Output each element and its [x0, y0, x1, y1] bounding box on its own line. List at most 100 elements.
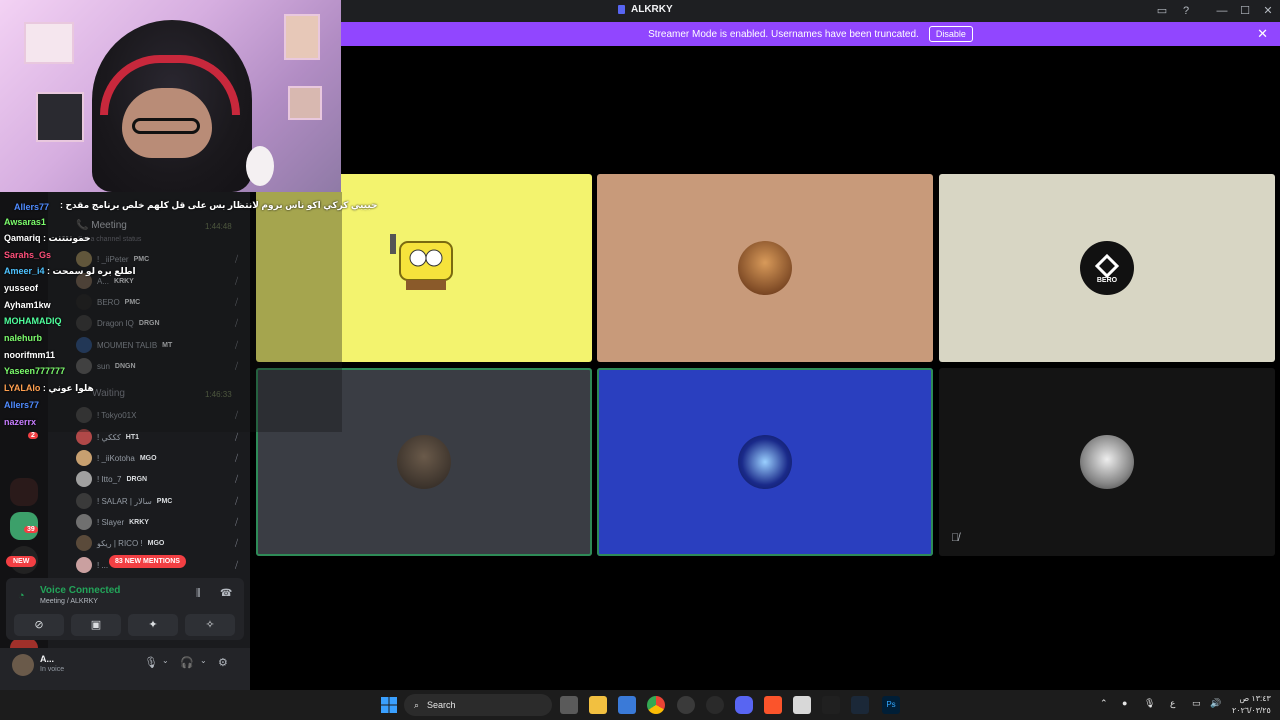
voice-user[interactable]: ! Itto_7 DRGN ⧸ [76, 470, 242, 488]
file-explorer-icon[interactable] [589, 696, 607, 714]
voice-user[interactable]: ريكو | RICO ! MGO ⧸ [76, 534, 242, 552]
tray-overflow-icon[interactable]: ⌃ [1100, 698, 1108, 709]
chat-message: yusseof [4, 283, 38, 293]
chat-text: هلوا عوني [48, 383, 94, 393]
user-avatar [738, 435, 792, 489]
voice-connected-title[interactable]: Voice Connected [40, 585, 120, 596]
voice-user-tag: PMC [156, 497, 173, 505]
muted-icon: ⧸ [234, 495, 238, 506]
network-icon[interactable]: ▭ [1192, 698, 1201, 709]
window-title-text: ALKRKY [631, 4, 673, 15]
muted-icon: ⧸ [234, 559, 238, 570]
microphone-icon[interactable]: 🎙 [144, 656, 158, 669]
disable-streamer-mode-button[interactable]: Disable [928, 26, 973, 42]
microphone-icon[interactable]: 🎙 [1144, 698, 1155, 709]
user-panel: A... In voice 🎙 ⌄ 🎧 ⌄ ⚙ [0, 648, 250, 690]
chat-message: nalehurb [4, 333, 42, 343]
chat-username: noorifmm11 [4, 350, 56, 360]
voice-user[interactable]: ! _iiKotoha MGO ⧸ [76, 449, 242, 467]
capcut-icon[interactable] [822, 696, 840, 714]
new-badge[interactable]: NEW [6, 556, 37, 567]
chat-username: Allers77 [14, 202, 50, 212]
soundboard-button[interactable]: ✧ [185, 614, 235, 636]
close-banner-icon[interactable]: ✕ [1257, 26, 1268, 42]
taskbar: ⌕ Search Ps ⌃ ● 🎙 ع ▭ 🔊 ١٣:٤٣ ص ٢٠٢٦/٠٣/… [0, 690, 1280, 720]
screen: ALKRKY ▭ ? — ☐ ✕ Streamer Mode is enable… [0, 0, 1280, 720]
chat-separator: : [40, 233, 49, 243]
disconnect-icon[interactable]: ☎ [220, 588, 232, 599]
app-icon[interactable] [677, 696, 695, 714]
camera-off-button[interactable]: ⊘ [14, 614, 64, 636]
search-label: Search [427, 700, 456, 710]
new-mentions-button[interactable]: 83 NEW MENTIONS [109, 555, 186, 568]
voice-user[interactable]: ! Slayer KRKY ⧸ [76, 513, 242, 531]
chat-message: Ayham1kw [4, 300, 51, 310]
chevron-down-icon[interactable]: ⌄ [200, 656, 207, 665]
avatar[interactable] [12, 654, 34, 676]
inbox-icon[interactable]: ▭ [1154, 3, 1170, 19]
voice-user-tag: KRKY [129, 518, 149, 526]
photoshop-icon[interactable]: Ps [882, 696, 900, 714]
voice-user-name: ريكو | RICO ! [97, 538, 143, 548]
help-icon[interactable]: ? [1178, 3, 1194, 19]
chat-username: Ayham1kw [4, 300, 51, 310]
voice-user-name: ! ... [97, 560, 109, 570]
brave-icon[interactable] [764, 696, 782, 714]
language-indicator[interactable]: ع [1170, 698, 1175, 709]
voice-user[interactable]: ! SALAR | سالار PMC ⧸ [76, 492, 242, 510]
muted-icon: ⧸ [234, 452, 238, 463]
voice-user-name: ! Slayer [97, 517, 125, 527]
chat-username: Awsaras1 [4, 217, 46, 227]
chat-username: MOHAMADIQ [4, 316, 62, 326]
noise-suppression-icon[interactable]: ⫼ [196, 588, 201, 599]
minimize-button[interactable]: — [1214, 3, 1230, 19]
chat-username: Yaseen777777 [4, 366, 66, 376]
discord-icon[interactable] [735, 696, 753, 714]
signal-icon: ◔ [18, 590, 25, 602]
chevron-down-icon[interactable]: ⌄ [162, 656, 169, 665]
video-tile-5[interactable] [597, 368, 933, 556]
muted-icon: ⧸ [234, 473, 238, 484]
voice-channel-path[interactable]: Meeting / ALKRKY [40, 598, 98, 605]
wall-frame [24, 22, 74, 64]
volume-icon[interactable]: 🔊 [1210, 698, 1221, 709]
chat-message: Ameer_i4 : اطلع بره لو سمحت [4, 266, 136, 277]
activities-button[interactable]: ✦ [128, 614, 178, 636]
avatar [76, 557, 92, 573]
search-icon: ⌕ [414, 699, 420, 710]
user-avatar [397, 435, 451, 489]
close-window-button[interactable]: ✕ [1260, 3, 1276, 19]
steam-icon[interactable] [851, 696, 869, 714]
chat-separator: : [44, 266, 53, 276]
video-tile-3[interactable]: BERO [939, 174, 1275, 362]
chat-message: Allers77 [14, 202, 49, 212]
task-view-icon[interactable] [560, 696, 578, 714]
voice-user-tag: DRGN [126, 475, 148, 483]
maximize-button[interactable]: ☐ [1237, 3, 1253, 19]
clock[interactable]: ١٣:٤٣ ص ٢٠٢٦/٠٣/٢٥ [1232, 693, 1271, 717]
video-tile-6[interactable]: 🎙̸ [939, 368, 1275, 556]
voice-user-tag: MGO [147, 539, 165, 547]
windows-start-icon[interactable] [380, 696, 398, 714]
settings-gear-icon[interactable]: ⚙ [218, 656, 228, 669]
chat-username: Allers77 [4, 400, 40, 410]
store-icon[interactable] [618, 696, 636, 714]
stream-chat-overlay [0, 192, 342, 432]
screen-share-button[interactable]: ▣ [71, 614, 121, 636]
wall-frame [288, 86, 322, 120]
chrome-icon[interactable] [647, 696, 665, 714]
clock-time: ١٣:٤٣ ص [1239, 694, 1271, 703]
chat-message: : حبيبي كركي اكو ناس بروم لانتظار بس على… [60, 200, 378, 211]
headphones-icon[interactable]: 🎧 [180, 656, 194, 669]
user-avatar [1080, 435, 1134, 489]
taskbar-search[interactable]: ⌕ Search [404, 694, 552, 716]
chat-message: Awsaras1 [4, 217, 46, 227]
tray-app-icon[interactable]: ● [1122, 698, 1127, 708]
chat-message: Yaseen777777 [4, 366, 65, 376]
steam-icon[interactable] [706, 696, 724, 714]
video-tile-2[interactable] [597, 174, 933, 362]
wall-frame [284, 14, 320, 60]
server-icon[interactable] [10, 478, 38, 506]
app-icon[interactable] [793, 696, 811, 714]
voice-user-name: ! _iiKotoha [97, 453, 135, 463]
